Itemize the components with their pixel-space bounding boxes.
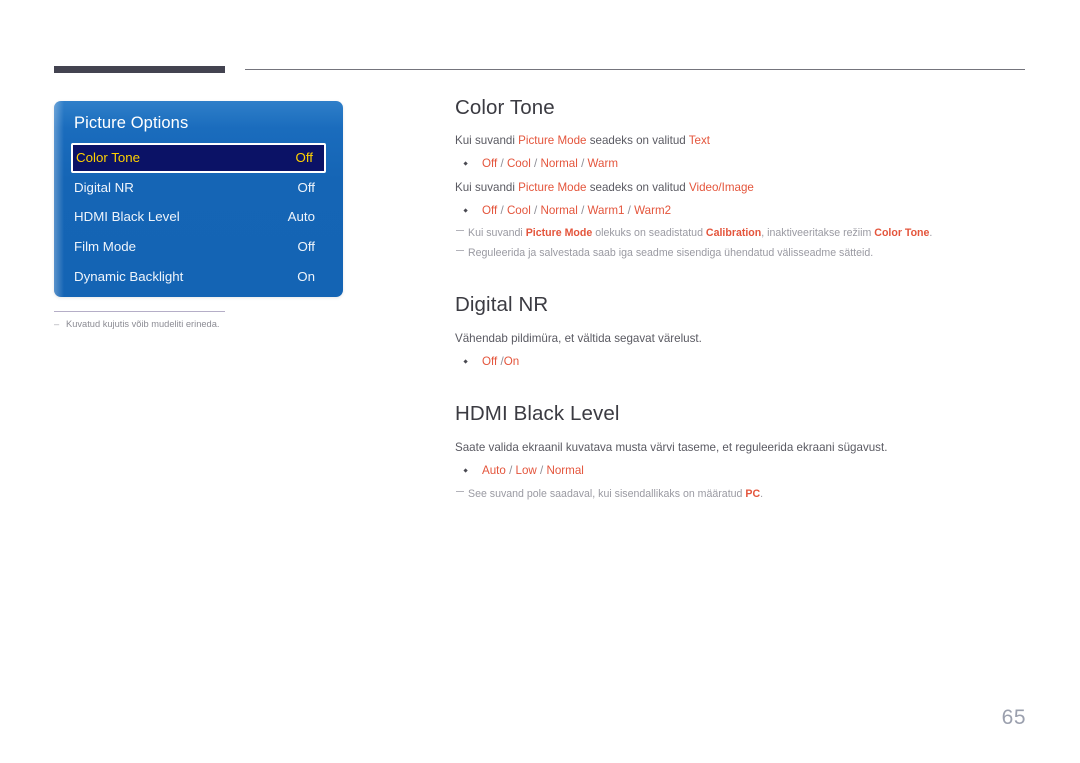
osd-panel-title: Picture Options bbox=[74, 114, 189, 132]
hdmi-black-level-note: See suvand pole saadaval, kui sisendalli… bbox=[455, 486, 1027, 503]
osd-row-label: Film Mode bbox=[74, 239, 137, 255]
section-title-hdmi-black-level: HDMI Black Level bbox=[455, 402, 620, 426]
osd-row-value: Auto bbox=[287, 209, 315, 225]
list-item: Off /On bbox=[455, 352, 1027, 372]
list-item: Off / Cool / Normal / Warm1 / Warm2 bbox=[455, 201, 1027, 221]
color-tone-options-list-2: Off / Cool / Normal / Warm1 / Warm2 bbox=[455, 201, 1027, 221]
osd-row-value: Off bbox=[297, 239, 316, 255]
osd-row-label: Color Tone bbox=[76, 150, 141, 166]
list-item: Off / Cool / Normal / Warm bbox=[455, 154, 1027, 174]
color-tone-note-1: Kui suvandi Picture Mode olekuks on sead… bbox=[455, 225, 1027, 242]
section-digital-nr: Digital NR Vähendab pildimüra, et vältid… bbox=[455, 293, 1027, 372]
osd-picture-options-panel: Picture Options Color Tone Off Digital NR O… bbox=[54, 101, 343, 297]
list-item: Auto / Low / Normal bbox=[455, 461, 1027, 481]
osd-row-film-mode[interactable]: Film Mode Off bbox=[54, 232, 343, 262]
header-accent-bar bbox=[54, 66, 225, 73]
color-tone-note-2: Reguleerida ja salvestada saab iga seadm… bbox=[455, 245, 1027, 262]
digital-nr-options-list: Off /On bbox=[455, 352, 1027, 372]
hdmi-black-level-options-list: Auto / Low / Normal bbox=[455, 461, 1027, 481]
hdmi-black-level-description: Saate valida ekraanil kuvatava musta vär… bbox=[455, 441, 888, 455]
osd-row-value: Off bbox=[295, 150, 314, 166]
panel-caption-block: Kuvatud kujutis võib mudeliti erineda. bbox=[54, 311, 344, 329]
osd-row-dynamic-backlight[interactable]: Dynamic Backlight On bbox=[54, 261, 343, 291]
section-hdmi-black-level: HDMI Black Level Saate valida ekraanil k… bbox=[455, 402, 1027, 503]
page-number: 65 bbox=[1001, 706, 1026, 729]
osd-menu-list: Color Tone Off Digital NR Off HDMI Black Lev… bbox=[54, 143, 343, 291]
caption-divider bbox=[54, 311, 225, 312]
caption-note: Kuvatud kujutis võib mudeliti erineda. bbox=[54, 319, 344, 329]
osd-row-digital-nr[interactable]: Digital NR Off bbox=[54, 173, 343, 203]
section-color-tone: Color Tone Kui suvandi Picture Mode sead… bbox=[455, 96, 1027, 262]
color-tone-intro-text-2: Kui suvandi Picture Mode seadeks on vali… bbox=[455, 180, 754, 194]
header-divider-line bbox=[245, 69, 1025, 70]
osd-row-value: Off bbox=[297, 179, 316, 195]
osd-row-value: On bbox=[297, 268, 315, 284]
digital-nr-description: Vähendab pildimüra, et vältida segavat v… bbox=[455, 331, 702, 345]
osd-row-label: Digital NR bbox=[74, 179, 134, 195]
color-tone-intro-text-1: Kui suvandi Picture Mode seadeks on vali… bbox=[455, 134, 711, 147]
osd-row-label: Dynamic Backlight bbox=[74, 268, 184, 284]
main-content: Color Tone Kui suvandi Picture Mode sead… bbox=[455, 96, 1027, 505]
section-title-color-tone: Color Tone bbox=[455, 96, 555, 119]
section-title-digital-nr: Digital NR bbox=[455, 292, 549, 316]
osd-row-label: HDMI Black Level bbox=[74, 209, 180, 225]
osd-row-color-tone[interactable]: Color Tone Off bbox=[71, 143, 326, 173]
color-tone-options-list-1: Off / Cool / Normal / Warm bbox=[455, 154, 1027, 174]
osd-row-hdmi-black-level[interactable]: HDMI Black Level Auto bbox=[54, 202, 343, 232]
